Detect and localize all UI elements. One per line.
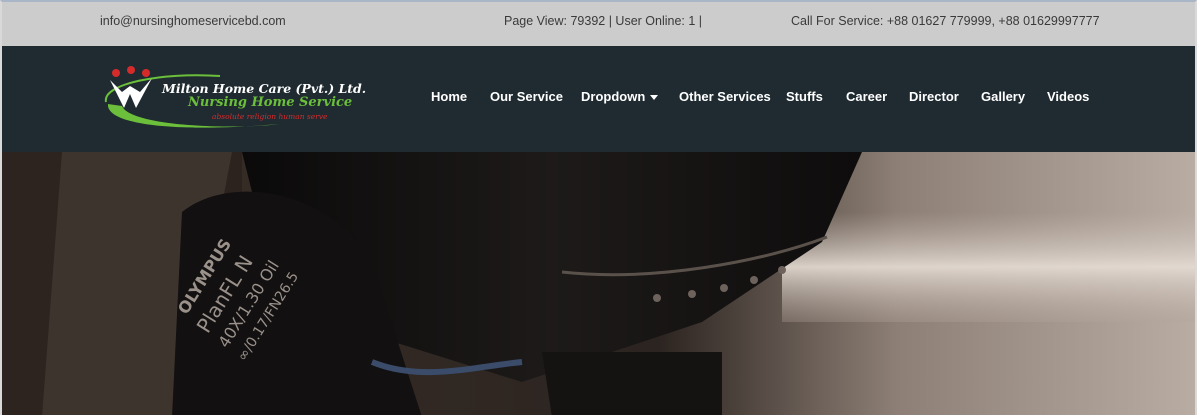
call-for-service: Call For Service: +88 01627 779999, +88 … [791,14,1100,28]
nav-other-services[interactable]: Other Services [679,89,771,104]
caret-down-icon [650,95,659,101]
main-navbar: Milton Home Care (Pvt.) Ltd. Nursing Hom… [2,46,1195,152]
hero-banner: OLYMPUS PlanFL N 40X/1.30 Oil ∞/0.17/FN2… [2,152,1195,415]
top-info-bar: info@nursinghomeservicebd.com Page View:… [2,2,1195,46]
nav-stuffs[interactable]: Stuffs [786,89,823,104]
nav-dropdown-label: Dropdown [581,89,646,104]
microscope-image: OLYMPUS PlanFL N 40X/1.30 Oil ∞/0.17/FN2… [2,152,1195,415]
nav-dropdown[interactable]: Dropdown [581,89,659,104]
page-stats: Page View: 79392 | User Online: 1 | [504,14,703,28]
nav-gallery[interactable]: Gallery [981,89,1025,104]
contact-email[interactable]: info@nursinghomeservicebd.com [100,14,286,28]
nav-our-service[interactable]: Our Service [490,89,563,104]
nav-home[interactable]: Home [431,89,467,104]
nav-videos[interactable]: Videos [1047,89,1089,104]
main-menu: Home Our Service Dropdown Other Services… [2,46,1195,152]
nav-career[interactable]: Career [846,89,887,104]
nav-director[interactable]: Director [909,89,959,104]
page-frame: info@nursinghomeservicebd.com Page View:… [0,0,1197,415]
